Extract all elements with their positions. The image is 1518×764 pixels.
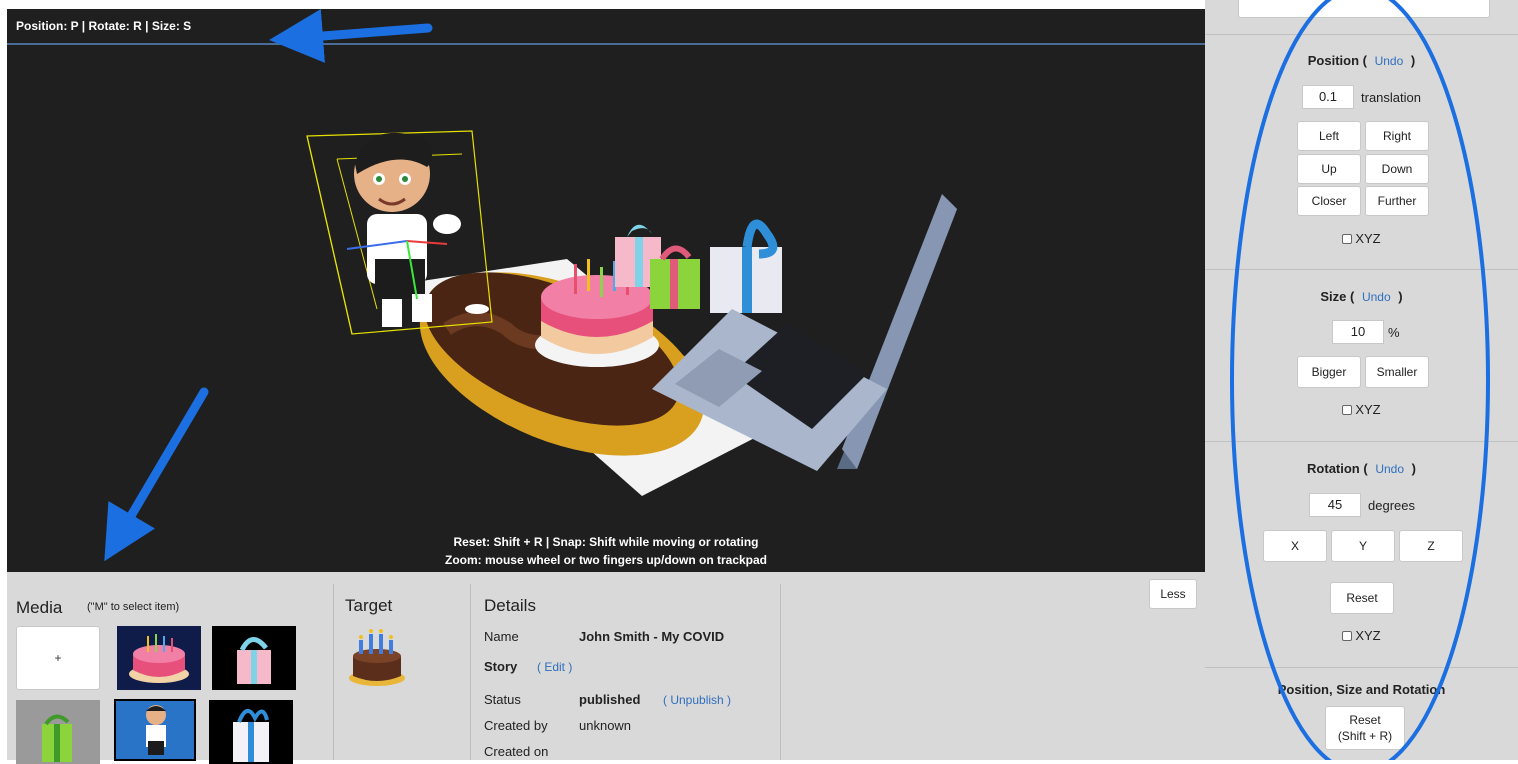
target-title: Target bbox=[345, 596, 393, 615]
gift-thumbnail-icon bbox=[42, 714, 72, 762]
size-input[interactable]: 10 bbox=[1332, 320, 1384, 344]
media-thumb-bitmoji-selected[interactable] bbox=[114, 699, 196, 761]
bigger-button[interactable]: Bigger bbox=[1297, 356, 1361, 388]
size-xyz-toggle[interactable]: XYZ bbox=[1205, 402, 1518, 417]
rotation-title: Rotation ( bbox=[1307, 461, 1368, 476]
smaller-button[interactable]: Smaller bbox=[1365, 356, 1429, 388]
keyboard-shortcuts-text: Position: P | Rotate: R | Size: S bbox=[16, 19, 192, 33]
story-edit-link[interactable]: ( Edit ) bbox=[537, 660, 572, 674]
cake-target-icon bbox=[349, 629, 405, 686]
further-button[interactable]: Further bbox=[1365, 186, 1429, 216]
down-button[interactable]: Down bbox=[1365, 154, 1429, 184]
bottom-panel: Media ("M" to select item) + Target Deta… bbox=[7, 572, 1205, 764]
size-close-paren: ) bbox=[1398, 289, 1403, 304]
created-by-value: unknown bbox=[579, 718, 632, 733]
rotation-unit: degrees bbox=[1368, 498, 1415, 513]
checkbox-icon[interactable] bbox=[1342, 233, 1353, 244]
gift-thumbnail-icon bbox=[233, 709, 269, 762]
gift-thumbnail-icon bbox=[237, 637, 271, 684]
up-button[interactable]: Up bbox=[1297, 154, 1361, 184]
viewport-header: Position: P | Rotate: R | Size: S bbox=[7, 9, 1205, 45]
rotation-input[interactable]: 45 bbox=[1309, 493, 1361, 517]
checkbox-icon[interactable] bbox=[1342, 404, 1353, 415]
name-label: Name bbox=[484, 629, 519, 644]
size-undo-link[interactable]: Undo bbox=[1362, 290, 1391, 304]
position-title: Position ( bbox=[1307, 53, 1367, 68]
story-label: Story bbox=[484, 659, 518, 674]
add-media-button[interactable]: + bbox=[16, 626, 100, 690]
reset-snap-hint: Reset: Shift + R | Snap: Shift while mov… bbox=[453, 535, 759, 549]
status-value: published bbox=[579, 692, 641, 707]
rotation-reset-button[interactable]: Reset bbox=[1330, 582, 1394, 614]
rotate-y-button[interactable]: Y bbox=[1331, 530, 1395, 562]
gift-blue-model bbox=[710, 219, 782, 313]
translation-unit: translation bbox=[1361, 90, 1421, 105]
details-title: Details bbox=[484, 596, 536, 615]
name-value: John Smith - My COVID bbox=[579, 629, 725, 644]
rotation-undo-link[interactable]: Undo bbox=[1375, 462, 1404, 476]
created-on-label: Created on bbox=[484, 744, 549, 759]
created-by-label: Created by bbox=[484, 718, 548, 733]
transform-panel: Position ( Undo ) 0.1 translation Left R… bbox=[1205, 0, 1518, 760]
rotation-heading: Rotation ( Undo ) bbox=[1205, 461, 1518, 476]
combined-heading: Position, Size and Rotation bbox=[1277, 682, 1446, 697]
media-thumb-gift-green[interactable] bbox=[16, 700, 100, 764]
checkbox-icon[interactable] bbox=[1342, 630, 1353, 641]
translation-input[interactable]: 0.1 bbox=[1302, 85, 1354, 109]
size-unit: % bbox=[1388, 325, 1400, 340]
target-image bbox=[345, 626, 409, 690]
plus-icon: + bbox=[54, 651, 62, 665]
position-xyz-label: XYZ bbox=[1355, 231, 1381, 246]
position-heading: Position ( Undo ) bbox=[1205, 53, 1518, 68]
size-xyz-label: XYZ bbox=[1355, 402, 1381, 417]
divider bbox=[333, 584, 334, 760]
closer-button[interactable]: Closer bbox=[1297, 186, 1361, 216]
cake-thumbnail-icon bbox=[129, 634, 189, 683]
media-thumb-cake[interactable] bbox=[117, 626, 201, 690]
top-search-input[interactable] bbox=[1238, 0, 1490, 18]
position-xyz-toggle[interactable]: XYZ bbox=[1205, 231, 1518, 246]
rotation-xyz-toggle[interactable]: XYZ bbox=[1205, 628, 1518, 643]
rotation-xyz-label: XYZ bbox=[1355, 628, 1381, 643]
rotate-z-button[interactable]: Z bbox=[1399, 530, 1463, 562]
size-title: Size ( bbox=[1320, 289, 1355, 304]
media-thumb-gift-pink[interactable] bbox=[212, 626, 296, 690]
left-button[interactable]: Left bbox=[1297, 121, 1361, 151]
right-button[interactable]: Right bbox=[1365, 121, 1429, 151]
size-heading: Size ( Undo ) bbox=[1205, 289, 1518, 304]
separator bbox=[1205, 269, 1518, 270]
divider bbox=[780, 584, 781, 760]
rotate-x-button[interactable]: X bbox=[1263, 530, 1327, 562]
viewport-hints: Reset: Shift + R | Snap: Shift while mov… bbox=[7, 533, 1205, 569]
reset-all-button[interactable]: Reset (Shift + R) bbox=[1325, 706, 1405, 750]
separator bbox=[1205, 441, 1518, 442]
divider bbox=[470, 584, 471, 760]
reset-all-label: Reset bbox=[1349, 713, 1381, 727]
media-thumb-gift-blue[interactable] bbox=[209, 700, 293, 764]
media-title: Media bbox=[16, 598, 63, 617]
unpublish-link[interactable]: ( Unpublish ) bbox=[663, 693, 731, 707]
rotation-close-paren: ) bbox=[1411, 461, 1416, 476]
scene-viewport[interactable]: Position: P | Rotate: R | Size: S Reset:… bbox=[7, 9, 1205, 572]
separator bbox=[1205, 667, 1518, 668]
scene-render[interactable] bbox=[7, 9, 1205, 572]
media-hint: ("M" to select item) bbox=[87, 601, 180, 613]
status-label: Status bbox=[484, 692, 521, 707]
bitmoji-thumbnail-icon bbox=[146, 705, 166, 755]
position-undo-link[interactable]: Undo bbox=[1375, 54, 1404, 68]
separator bbox=[1205, 34, 1518, 35]
reset-all-shortcut: (Shift + R) bbox=[1337, 729, 1393, 743]
less-button[interactable]: Less bbox=[1149, 579, 1197, 609]
position-close-paren: ) bbox=[1410, 53, 1416, 68]
zoom-hint: Zoom: mouse wheel or two fingers up/down… bbox=[444, 553, 768, 567]
